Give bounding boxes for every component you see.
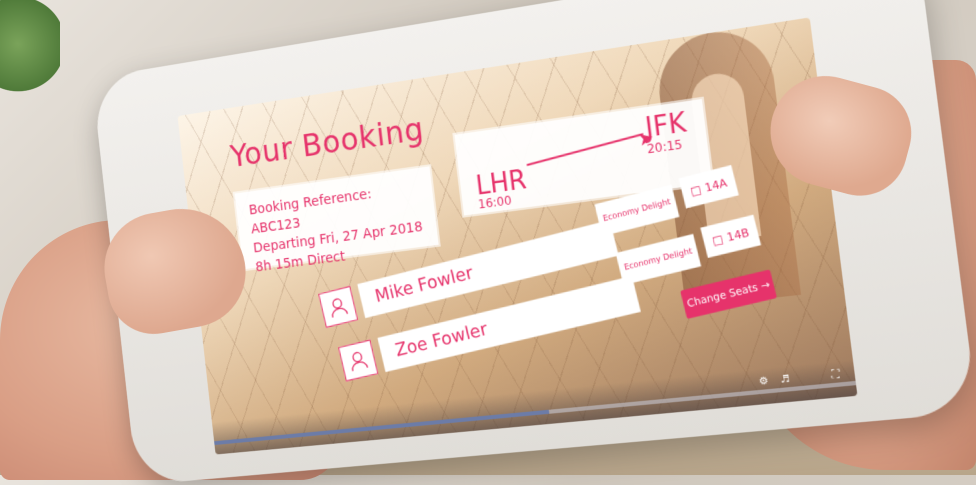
seat-number: 14A	[703, 175, 729, 195]
volume-icon[interactable]: ♬	[780, 373, 791, 385]
seat-icon: □	[688, 182, 703, 198]
settings-icon[interactable]: ⚙	[759, 375, 770, 387]
background-plant	[0, 0, 60, 110]
booking-screen: Your Booking Booking Reference: ABC123 D…	[177, 17, 858, 455]
fullscreen-icon[interactable]: ⛶	[831, 369, 840, 381]
origin-time: 16:00	[477, 193, 513, 212]
seat-icon: □	[710, 231, 725, 248]
route-line	[526, 132, 644, 167]
seat-number: 14B	[725, 225, 751, 244]
